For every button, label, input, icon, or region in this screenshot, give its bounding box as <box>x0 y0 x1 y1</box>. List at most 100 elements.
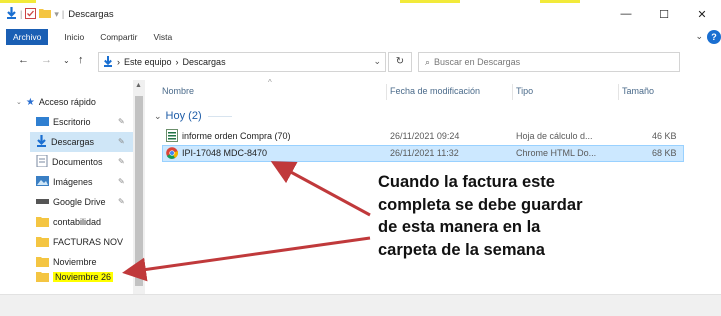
column-divider[interactable] <box>512 84 513 100</box>
scrollbar-thumb[interactable] <box>135 96 143 286</box>
annotation-line: de esta manera en la <box>378 218 541 236</box>
breadcrumb-separator: › <box>175 57 179 67</box>
close-button[interactable]: ✕ <box>683 3 721 25</box>
column-header-fecha[interactable]: Fecha de modificación <box>390 86 480 96</box>
annotation-line: completa se debe guardar <box>378 195 583 214</box>
star-icon: ★ <box>25 96 35 108</box>
folder-icon <box>36 236 49 249</box>
column-header-nombre[interactable]: Nombre <box>162 86 194 96</box>
sidebar-item-google-drive[interactable]: Google Drive <box>36 192 106 212</box>
download-icon <box>36 135 47 149</box>
window-title: Descargas <box>68 8 114 20</box>
chevron-down-icon: ⌄ <box>154 110 162 121</box>
sidebar-item-noviembre-26[interactable]: Noviembre 26 <box>36 267 114 287</box>
column-header-tipo[interactable]: Tipo <box>516 86 533 96</box>
sidebar-item-documentos[interactable]: Documentos <box>36 152 103 172</box>
pin-icon[interactable]: ✎ <box>118 157 125 166</box>
table-row-selected[interactable]: IPI-17048 MDC-8470 26/11/2021 11:32 Chro… <box>162 145 684 162</box>
sidebar-item-label: Escritorio <box>53 117 91 127</box>
refresh-button[interactable]: ↻ <box>388 52 412 72</box>
search-icon: ⌕ <box>425 56 431 67</box>
file-type: Hoja de cálculo d... <box>516 131 593 141</box>
sidebar-item-label: FACTURAS NOV <box>53 237 124 247</box>
recent-locations-icon[interactable]: ⌄ <box>63 56 70 65</box>
sidebar-item-label: Google Drive <box>53 197 106 207</box>
sidebar-item-contabilidad[interactable]: contabilidad <box>36 212 101 232</box>
navigation-pane: ⌄ ★ Acceso rápido Escritorio ✎ Descargas… <box>0 80 146 294</box>
file-size: 46 KB <box>652 131 677 141</box>
folder-icon <box>36 271 49 284</box>
minimize-button[interactable]: — <box>607 3 645 25</box>
google-drive-icon <box>36 197 49 207</box>
status-bar <box>0 294 721 316</box>
expand-ribbon-icon[interactable]: ⌄ <box>695 31 703 42</box>
documents-icon <box>36 154 48 169</box>
properties-icon[interactable] <box>25 7 37 21</box>
quick-access-toolbar: | ▾ | <box>6 7 64 21</box>
maximize-button[interactable]: ☐ <box>645 3 683 25</box>
chevron-down-icon: ⌄ <box>16 99 22 106</box>
group-label: Hoy (2) <box>165 110 202 122</box>
title-bar: | ▾ | Descargas — ☐ ✕ <box>0 3 721 25</box>
download-icon <box>103 55 113 69</box>
separator: | <box>61 9 65 19</box>
sidebar-item-label: Noviembre <box>53 257 97 267</box>
address-dropdown-icon[interactable]: ⌄ <box>373 56 381 67</box>
desktop-icon <box>36 116 49 128</box>
file-size: 68 KB <box>652 148 677 158</box>
forward-arrow-icon[interactable]: → <box>41 54 52 66</box>
sidebar-item-label: Descargas <box>51 137 95 147</box>
navigation-scrollbar[interactable]: ▲ <box>133 80 145 294</box>
breadcrumb-este-equipo[interactable]: Este equipo <box>124 57 172 67</box>
breadcrumb-descargas[interactable]: Descargas <box>183 57 226 67</box>
ribbon-tabs: Archivo Inicio Compartir Vista ⌄ ? <box>0 27 721 47</box>
chrome-icon <box>166 147 179 161</box>
file-date: 26/11/2021 11:32 <box>390 148 459 158</box>
scroll-up-icon[interactable]: ▲ <box>135 82 142 89</box>
column-divider[interactable] <box>618 84 619 100</box>
pictures-icon <box>36 176 49 188</box>
tab-inicio[interactable]: Inicio <box>64 32 84 42</box>
tab-archivo[interactable]: Archivo <box>6 29 49 45</box>
file-type: Chrome HTML Do... <box>516 148 597 158</box>
sidebar-item-label: Imágenes <box>53 177 93 187</box>
group-header-hoy[interactable]: ⌄ Hoy (2) <box>154 110 232 122</box>
sidebar-item-label: Noviembre 26 <box>53 272 114 282</box>
search-input[interactable]: ⌕ Buscar en Descargas <box>418 52 680 72</box>
sort-indicator-icon: ^ <box>268 78 272 87</box>
column-header-tamano[interactable]: Tamaño <box>622 86 654 96</box>
new-folder-icon[interactable] <box>39 8 52 20</box>
sidebar-item-imagenes[interactable]: Imágenes <box>36 172 93 192</box>
annotation-line: carpeta de la semana <box>378 240 545 259</box>
address-bar[interactable]: › Este equipo › Descargas ⌄ <box>98 52 386 72</box>
annotation-text: Cuando la factura este completa se debe … <box>378 171 678 261</box>
customize-dropdown-icon[interactable]: ▾ <box>54 9 59 20</box>
table-row[interactable]: informe orden Compra (70) 26/11/2021 09:… <box>162 128 684 145</box>
separator: | <box>20 9 23 19</box>
pin-icon[interactable]: ✎ <box>118 197 125 206</box>
sidebar-item-facturas-nov[interactable]: FACTURAS NOV <box>36 232 133 252</box>
search-placeholder: Buscar en Descargas <box>434 57 521 67</box>
column-divider[interactable] <box>386 84 387 100</box>
up-arrow-icon[interactable]: ↑ <box>78 54 84 66</box>
address-row: ← → ⌄ ↑ › Este equipo › Descargas ⌄ ↻ ⌕ … <box>0 50 721 74</box>
pin-icon[interactable]: ✎ <box>118 177 125 186</box>
back-arrow-icon[interactable]: ← <box>18 54 29 66</box>
folder-icon <box>36 216 49 229</box>
download-icon[interactable] <box>6 7 17 21</box>
help-icon[interactable]: ? <box>707 30 721 44</box>
annotation-line: Cuando la factura este <box>378 173 555 191</box>
pin-icon[interactable]: ✎ <box>118 117 125 126</box>
file-name: IPI-17048 MDC-8470 <box>182 148 268 158</box>
tab-compartir[interactable]: Compartir <box>100 32 137 42</box>
sidebar-item-escritorio[interactable]: Escritorio <box>36 112 91 132</box>
sidebar-item-label: contabilidad <box>53 217 102 227</box>
nav-quick-access-label: Acceso rápido <box>38 97 96 107</box>
breadcrumb-separator: › <box>117 57 120 67</box>
sidebar-item-label: Documentos <box>52 157 103 167</box>
nav-quick-access[interactable]: ⌄ ★ Acceso rápido <box>16 92 96 112</box>
spreadsheet-icon <box>166 129 178 144</box>
pin-icon[interactable]: ✎ <box>118 137 125 146</box>
tab-vista[interactable]: Vista <box>154 32 173 42</box>
group-divider <box>207 115 232 117</box>
